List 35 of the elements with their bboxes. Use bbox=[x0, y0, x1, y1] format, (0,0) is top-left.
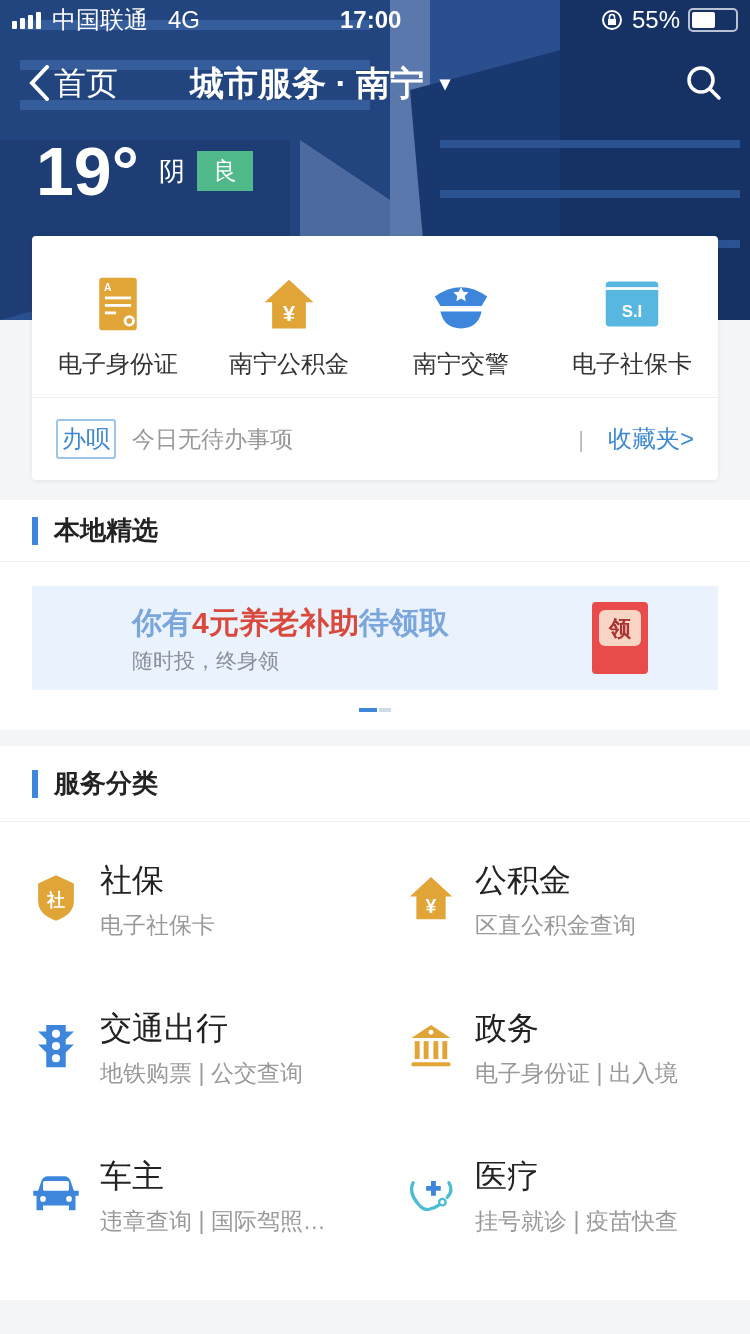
promo-title: 你有4元养老补助待领取 bbox=[132, 604, 449, 641]
category-item[interactable]: ¥ 公积金 区直公积金查询 bbox=[375, 856, 750, 1004]
category-item[interactable]: 社 社保 电子社保卡 bbox=[0, 856, 375, 1004]
weather-condition: 阴 bbox=[158, 154, 185, 188]
search-icon[interactable] bbox=[686, 65, 722, 101]
service-shortcut[interactable]: ¥ 南宁公积金 bbox=[203, 274, 375, 397]
section-accent-bar bbox=[32, 769, 38, 798]
promo-banner[interactable]: 你有4元养老补助待领取 随时投，终身领 领 bbox=[32, 586, 718, 690]
todo-status: 今日无待办事项 bbox=[132, 424, 293, 454]
category-item[interactable]: 政务 电子身份证 | 出入境 bbox=[375, 1004, 750, 1152]
service-shortcut[interactable]: 南宁交警 bbox=[375, 274, 547, 397]
service-shortcut[interactable]: A 电子身份证 bbox=[32, 274, 204, 397]
battery-icon bbox=[688, 8, 738, 32]
divider-mark: | bbox=[578, 425, 584, 454]
city-selector[interactable]: 城市服务 · 南宁 ▾ bbox=[190, 57, 451, 109]
back-button[interactable]: 首页 bbox=[28, 59, 118, 107]
section-title: 本地精选 bbox=[54, 514, 158, 547]
category-item[interactable]: 交通出行 地铁购票 | 公交查询 bbox=[0, 1004, 375, 1152]
promo-subtitle: 随时投，终身领 bbox=[132, 647, 280, 674]
temperature: 19° bbox=[36, 137, 139, 205]
network-type: 4G bbox=[168, 5, 200, 35]
carrier-name: 中国联通 bbox=[52, 5, 148, 35]
todo-tag: 办呗 bbox=[56, 419, 116, 459]
air-quality-badge: 良 bbox=[196, 151, 253, 191]
rotation-lock-icon bbox=[599, 8, 624, 32]
favorites-link[interactable]: 收藏夹> bbox=[608, 421, 694, 457]
service-shortcut[interactable]: S.I 电子社保卡 bbox=[546, 274, 718, 397]
battery-percent: 55% bbox=[631, 5, 680, 35]
section-title: 服务分类 bbox=[54, 767, 158, 800]
category-item[interactable]: 医疗 挂号就诊 | 疫苗快查 bbox=[375, 1152, 750, 1300]
clock-time: 17:00 bbox=[340, 5, 402, 35]
section-accent-bar bbox=[32, 516, 38, 545]
category-item[interactable]: 车主 违章查询 | 国际驾照… bbox=[0, 1152, 375, 1300]
envelope-icon: 领 bbox=[592, 602, 648, 674]
back-icon bbox=[28, 65, 50, 101]
